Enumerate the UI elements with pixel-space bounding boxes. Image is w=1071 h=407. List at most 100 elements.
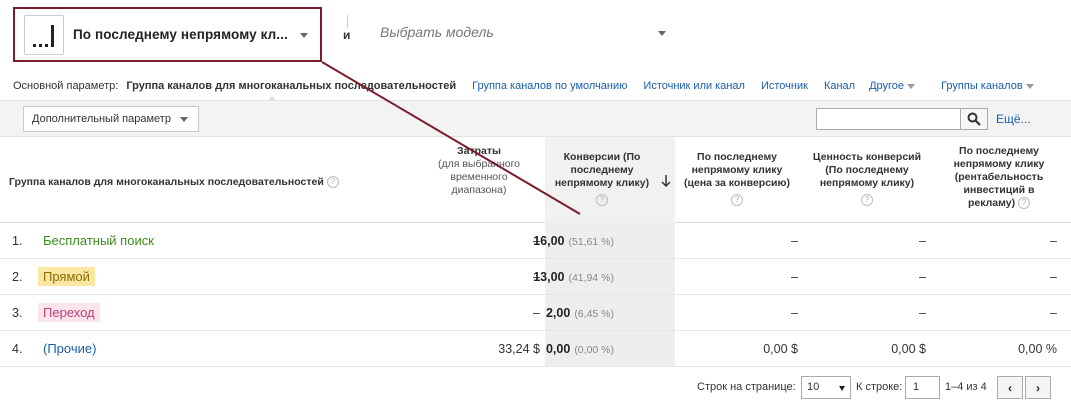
chevron-down-icon[interactable] bbox=[300, 33, 308, 38]
dimension-active: Группа каналов для многоканальных послед… bbox=[126, 80, 457, 92]
conversions-percent: (41,94 %) bbox=[568, 272, 614, 284]
table-row: 3. Переход –2,00 (6,45 %) – – – bbox=[0, 295, 1071, 331]
last-non-direct-model-icon bbox=[24, 14, 64, 55]
pagination-bar: Строк на странице: 10 К строке: 1 1–4 из… bbox=[0, 372, 1071, 404]
report-table: Группа каналов для многоканальных послед… bbox=[0, 137, 1071, 367]
value-cell: – bbox=[919, 306, 926, 320]
conversions-cell: 16,00 (51,61 %) bbox=[533, 234, 614, 248]
col-header-value-label: Ценность конверсий (По последнему непрям… bbox=[812, 151, 922, 189]
row-number: 1. bbox=[12, 234, 23, 248]
table-row: 2. Прямой –13,00 (41,94 %) – – – bbox=[0, 259, 1071, 295]
primary-dimension-bar: Основной параметр: Группа каналов для мн… bbox=[13, 78, 1034, 94]
search-icon bbox=[967, 112, 981, 126]
table-row: 1. Бесплатный поиск –16,00 (51,61 %) – – – bbox=[0, 223, 1071, 259]
cpa-cell: – bbox=[791, 234, 798, 248]
cpa-cell: – bbox=[791, 306, 798, 320]
goto-row-label: К строке: bbox=[856, 381, 903, 393]
table-body: 1. Бесплатный поиск – 16,00 (51,61 %) – – – 2. Пр… bbox=[0, 223, 1071, 367]
conversions-percent: (6,45 %) bbox=[574, 308, 614, 320]
attribution-model-label: По последнему непрямому кл... bbox=[73, 27, 288, 42]
help-icon[interactable]: ? bbox=[1018, 197, 1031, 210]
chevron-down-icon bbox=[839, 386, 845, 391]
page-range: 1–4 из 4 bbox=[945, 381, 987, 393]
chevron-down-icon bbox=[907, 84, 916, 89]
row-number: 4. bbox=[12, 342, 23, 356]
col-header-roi-label: По последнему непрямому клику (рентабель… bbox=[953, 145, 1045, 209]
conversions-value: 13,00 bbox=[533, 270, 565, 284]
conversions-cell: 0,00 (0,00 %) bbox=[546, 342, 614, 356]
col-header-conversions-label: Конверсии (По последнему непрямому клику… bbox=[554, 151, 650, 189]
dimension-link-channel-groups[interactable]: Группы каналов bbox=[941, 80, 1034, 92]
value-cell: 0,00 $ bbox=[891, 342, 926, 356]
col-header-channel[interactable]: Группа каналов для многоканальных послед… bbox=[9, 176, 339, 189]
col-header-cpa-label: По последнему непрямому клику (цена за к… bbox=[684, 151, 790, 189]
channel-link[interactable]: (Прочие) bbox=[38, 339, 102, 358]
dimension-link-source-medium[interactable]: Источник или канал bbox=[643, 80, 745, 92]
conversions-cell: 2,00 (6,45 %) bbox=[546, 306, 614, 320]
compare-model-selector[interactable]: Выбрать модель bbox=[380, 24, 494, 40]
dimension-link-other[interactable]: Другое bbox=[869, 80, 916, 92]
col-header-cpa[interactable]: По последнему непрямому клику (цена за к… bbox=[678, 151, 796, 207]
help-icon[interactable]: ? bbox=[596, 194, 608, 207]
cost-cell: 33,24 $ bbox=[498, 342, 540, 356]
col-header-conversions[interactable]: Конверсии (По последнему непрямому клику… bbox=[552, 151, 652, 207]
and-label: и bbox=[343, 28, 351, 42]
row-number: 2. bbox=[12, 270, 23, 284]
conversions-value: 0,00 bbox=[545, 342, 571, 356]
goto-row-input[interactable]: 1 bbox=[905, 376, 940, 399]
search-button[interactable] bbox=[960, 108, 988, 130]
dimension-link-channel-groups-label: Группы каналов bbox=[941, 80, 1023, 92]
dimension-link-source[interactable]: Источник bbox=[761, 80, 808, 92]
help-icon[interactable]: ? bbox=[731, 194, 743, 207]
col-header-value[interactable]: Ценность конверсий (По последнему непрям… bbox=[808, 151, 926, 207]
primary-dimension-label: Основной параметр: bbox=[13, 80, 119, 92]
rows-per-page-label: Строк на странице: bbox=[697, 381, 796, 393]
mcf-report-page: По последнему непрямому кл... и Выбрать … bbox=[0, 0, 1071, 407]
table-toolbar: Дополнительный параметр Ещё... bbox=[0, 100, 1071, 137]
rows-per-page-value: 10 bbox=[807, 381, 820, 393]
next-page-button[interactable]: › bbox=[1025, 376, 1051, 399]
channel-link[interactable]: Бесплатный поиск bbox=[38, 231, 159, 250]
roi-cell: – bbox=[1050, 306, 1057, 320]
col-header-roi[interactable]: По последнему непрямому клику (рентабель… bbox=[945, 145, 1053, 210]
roi-cell: 0,00 % bbox=[1018, 342, 1057, 356]
rows-per-page-select[interactable]: 10 bbox=[801, 376, 851, 399]
divider bbox=[347, 15, 348, 28]
roi-cell: – bbox=[1050, 234, 1057, 248]
more-options-link[interactable]: Ещё... bbox=[996, 112, 1031, 126]
col-header-channel-label: Группа каналов для многоканальных послед… bbox=[9, 176, 324, 188]
chevron-down-icon[interactable] bbox=[658, 31, 666, 36]
help-icon[interactable]: ? bbox=[861, 194, 873, 207]
value-cell: – bbox=[919, 234, 926, 248]
roi-cell: – bbox=[1050, 270, 1057, 284]
channel-link[interactable]: Переход bbox=[38, 303, 100, 322]
col-header-cost-sub: (для выбранного временного диапазона) bbox=[437, 158, 521, 196]
conversions-value: 16,00 bbox=[533, 234, 565, 248]
table-header: Группа каналов для многоканальных послед… bbox=[0, 137, 1071, 223]
chevron-down-icon bbox=[1025, 84, 1034, 89]
col-header-cost-title: Затраты bbox=[457, 145, 501, 157]
cost-cell: – bbox=[533, 306, 540, 320]
dimension-link-other-label: Другое bbox=[869, 80, 905, 92]
prev-page-button[interactable]: ‹ bbox=[997, 376, 1023, 399]
secondary-dimension-button[interactable]: Дополнительный параметр bbox=[23, 106, 199, 132]
attribution-model-selector[interactable]: По последнему непрямому кл... bbox=[13, 7, 322, 62]
conversions-cell: 13,00 (41,94 %) bbox=[533, 270, 614, 284]
sort-desc-icon[interactable] bbox=[660, 174, 672, 188]
value-cell: – bbox=[919, 270, 926, 284]
cpa-cell: – bbox=[791, 270, 798, 284]
cpa-cell: 0,00 $ bbox=[763, 342, 798, 356]
table-row: 4. (Прочие) 33,24 $ 0,00 (0,00 %) 0,00 $ 0,00 … bbox=[0, 331, 1071, 367]
table-search-input[interactable] bbox=[816, 108, 961, 130]
col-header-cost[interactable]: Затраты (для выбранного временного диапа… bbox=[428, 145, 530, 197]
row-number: 3. bbox=[12, 306, 23, 320]
secondary-dimension-label: Дополнительный параметр bbox=[32, 113, 171, 125]
dimension-link-medium[interactable]: Канал bbox=[824, 80, 855, 92]
chevron-down-icon bbox=[180, 117, 188, 122]
help-icon[interactable]: ? bbox=[326, 176, 339, 189]
conversions-value: 2,00 bbox=[545, 306, 571, 320]
conversions-percent: (0,00 %) bbox=[574, 344, 614, 356]
conversions-percent: (51,61 %) bbox=[568, 236, 614, 248]
dimension-link-default-channel[interactable]: Группа каналов по умолчанию bbox=[472, 80, 627, 92]
channel-link[interactable]: Прямой bbox=[38, 267, 95, 286]
